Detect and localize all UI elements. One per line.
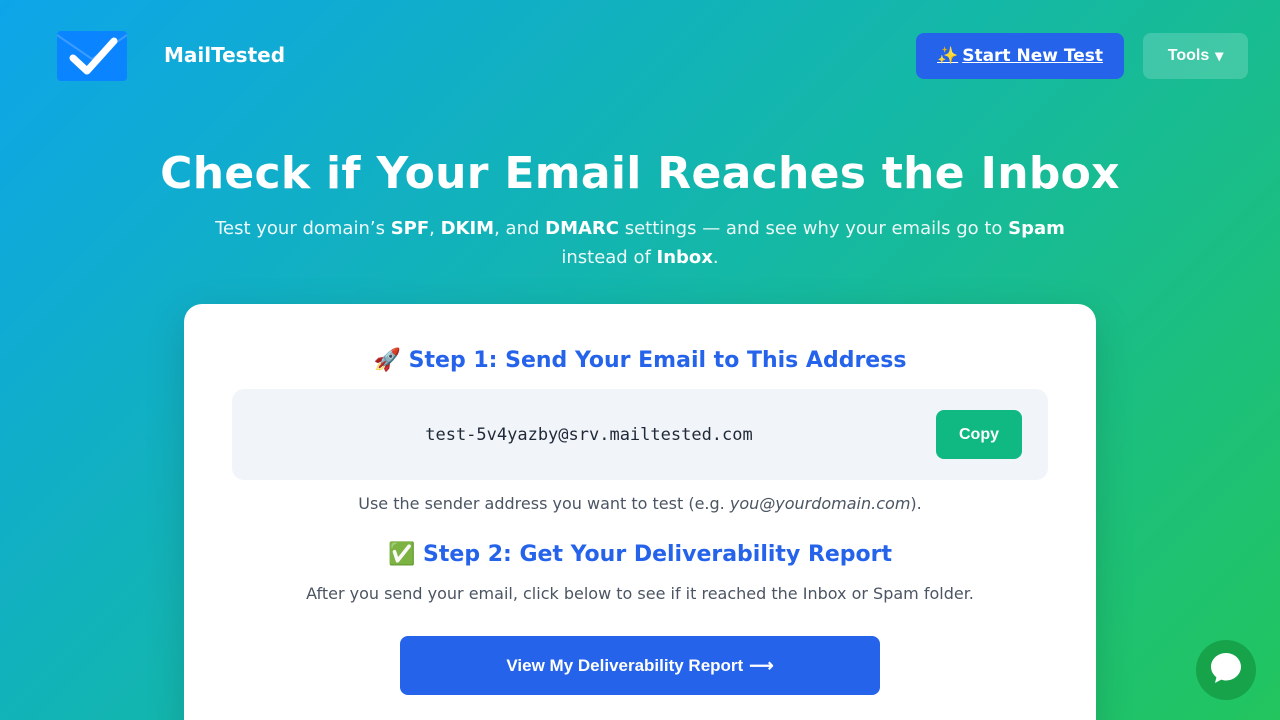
start-new-test-label: Start New Test [962,46,1103,66]
arrow-right-icon: ⟶ [749,655,774,675]
chat-bubble-icon [1209,651,1243,689]
address-box: test-5v4yazby@srv.mailtested.com Copy [232,389,1048,480]
step2-title: ✅ Step 2: Get Your Deliverability Report [184,542,1096,567]
chevron-down-icon: ▾ [1215,48,1224,65]
chat-button[interactable] [1196,640,1256,700]
copy-button[interactable]: Copy [936,410,1022,459]
sender-hint: Use the sender address you want to test … [358,494,922,513]
step1-title-text: Step 1: Send Your Email to This Address [408,348,907,373]
view-report-button[interactable]: View My Deliverability Report ⟶ [400,636,880,695]
start-new-test-button[interactable]: ✨ Start New Test [916,33,1124,79]
view-report-label: View My Deliverability Report [506,655,744,675]
hero-subtitle: Test your domain’s SPF, DKIM, and DMARC … [215,218,1065,268]
step1-title: 🚀 Step 1: Send Your Email to This Addres… [184,348,1096,373]
sparkles-icon: ✨ [937,46,959,66]
brand-name[interactable]: MailTested [164,43,285,67]
rocket-icon: 🚀 [373,348,401,373]
logo-checkmark-envelope-icon[interactable] [56,29,128,83]
tools-label: Tools [1167,47,1210,64]
hero-title: Check if Your Email Reaches the Inbox [160,148,1120,199]
test-email-address[interactable]: test-5v4yazby@srv.mailtested.com [232,389,946,480]
step2-title-text: Step 2: Get Your Deliverability Report [423,542,893,567]
header: MailTested ✨ Start New Test Tools ▾ [0,0,1280,112]
check-mark-icon: ✅ [387,542,416,567]
tools-menu-button[interactable]: Tools ▾ [1143,33,1248,79]
report-hint: After you send your email, click below t… [306,584,974,603]
test-card: 🚀 Step 1: Send Your Email to This Addres… [184,304,1096,720]
